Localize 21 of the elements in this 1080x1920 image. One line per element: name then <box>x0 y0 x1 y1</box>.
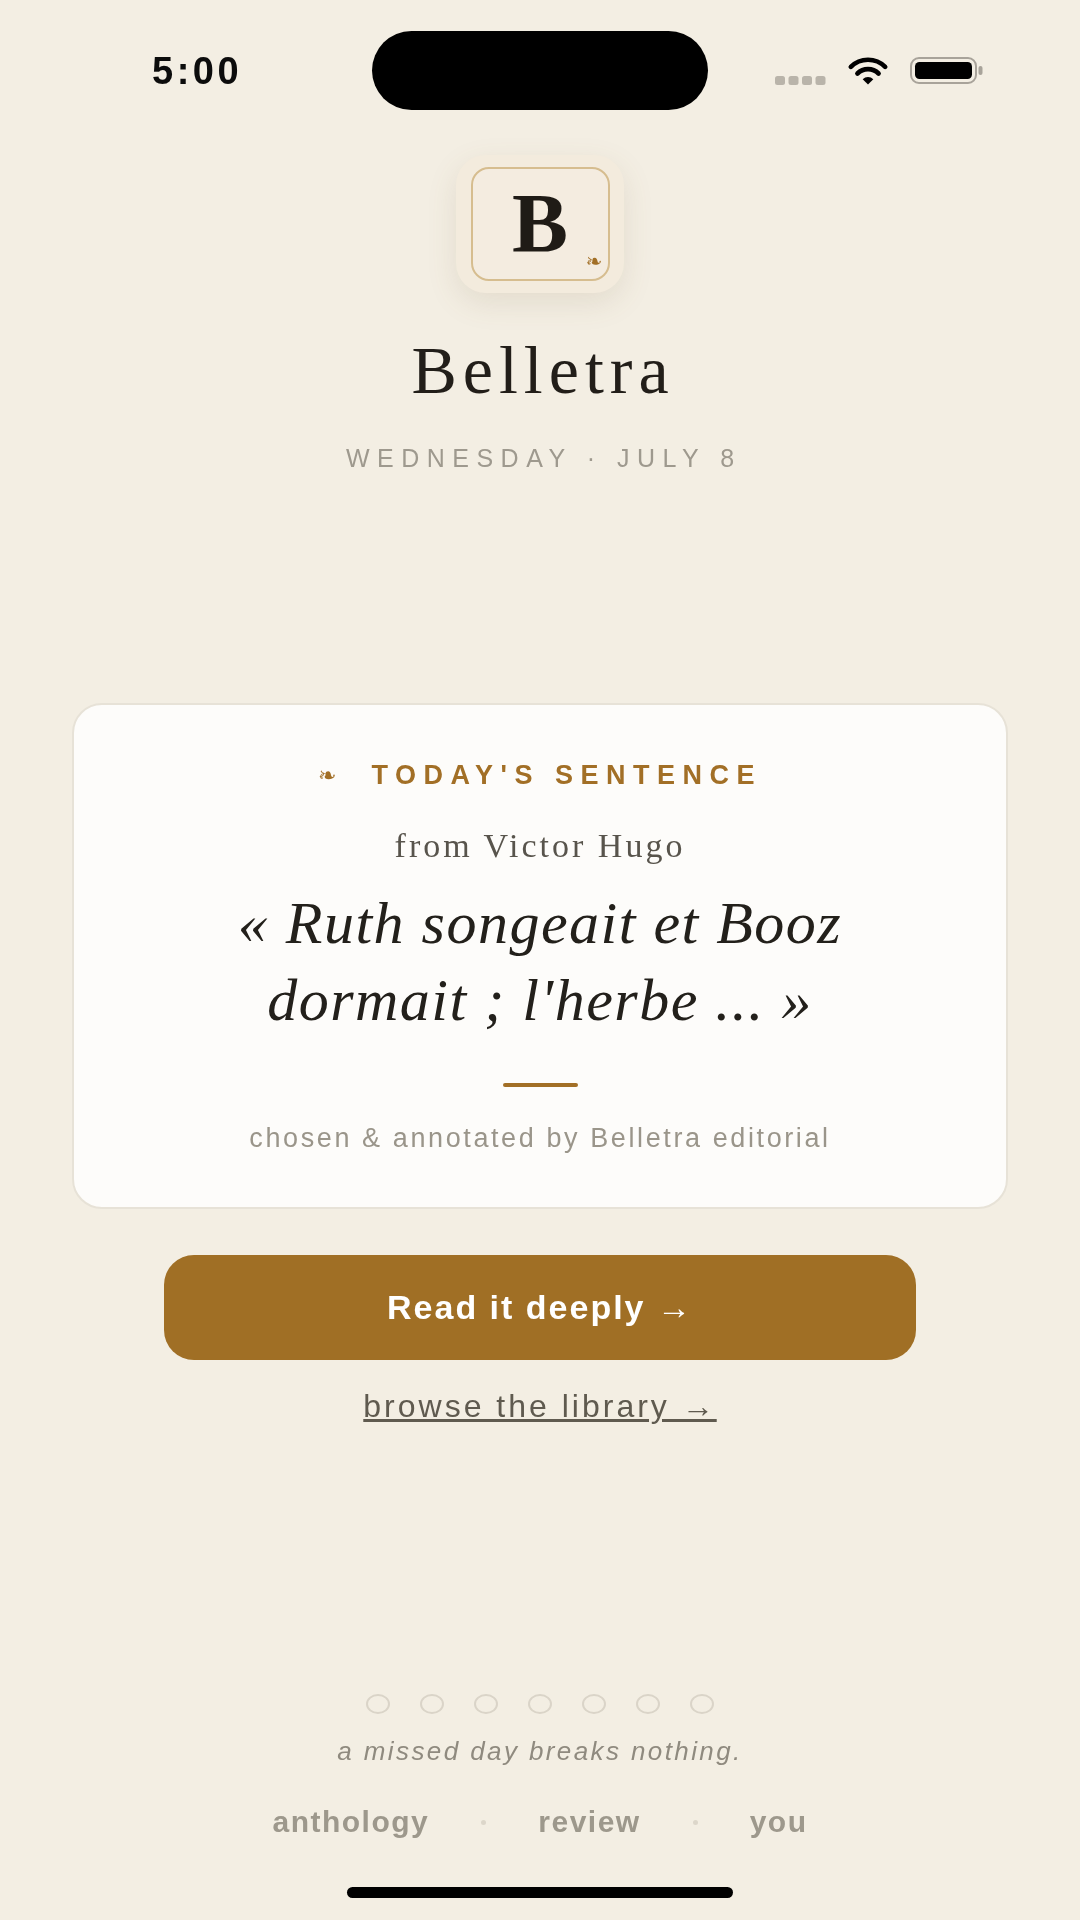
fleuron-icon: ❧ <box>585 251 603 271</box>
logo-letter: B <box>512 182 568 266</box>
credit-text: chosen & annotated by Belletra editorial <box>249 1125 831 1152</box>
date-label: WEDNESDAY · JULY 8 <box>344 446 742 471</box>
section-heading: TODAY'S SENTENCE <box>371 762 762 789</box>
streak-caption: a missed day breaks nothing. <box>337 1738 743 1764</box>
nav-tab[interactable]: review <box>538 1807 641 1837</box>
author-line: from Victor Hugo <box>394 829 686 863</box>
separator-icon <box>481 1819 487 1825</box>
separator-icon <box>692 1819 698 1825</box>
battery-icon <box>910 57 983 84</box>
nav-tab[interactable]: you <box>749 1807 808 1837</box>
signal-icon <box>775 76 826 85</box>
quote-text: « Ruth songeait et Booz dormait ; l'herbe ... » <box>236 889 844 1035</box>
wifi-icon <box>846 56 890 85</box>
app-title: Belletra <box>410 336 675 404</box>
read-button[interactable]: Read it deeply → <box>164 1255 916 1360</box>
nav-tab[interactable]: anthology <box>272 1807 430 1837</box>
status-time: 5:00 <box>152 49 243 92</box>
library-link[interactable]: browse the library → <box>363 1390 717 1422</box>
fleuron-icon: ❧ <box>318 764 337 787</box>
